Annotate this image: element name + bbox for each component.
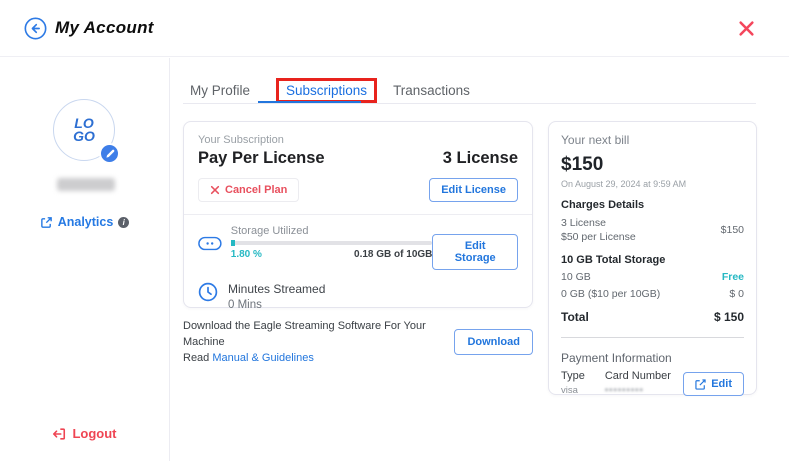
payment-card-col: Card Number ••••••••• (605, 370, 671, 396)
annotation-highlight-box: Subscriptions (276, 78, 377, 103)
info-icon[interactable]: i (118, 217, 129, 228)
storage-row2-label: 0 GB ($10 per 10GB) (561, 288, 660, 300)
main-content: My Profile Subscriptions Transactions Yo… (170, 58, 789, 461)
payment-type-col: Type visa (561, 370, 585, 396)
pencil-icon (105, 149, 115, 159)
minutes-row: Minutes Streamed 0 Mins (198, 282, 518, 311)
tab-subscriptions[interactable]: Subscriptions (286, 83, 367, 98)
card-number-label: Card Number (605, 370, 671, 382)
storage-progress-fill (231, 240, 235, 246)
license-count: 3 License (443, 149, 518, 168)
bill-amount: $150 (561, 154, 744, 176)
download-button-label: Download (467, 336, 520, 348)
storage-charge-row-2: 0 GB ($10 per 10GB) $ 0 (561, 288, 744, 300)
modal-header: My Account (0, 0, 789, 57)
download-text: Download the Eagle Streaming Software Fo… (183, 318, 454, 366)
edit-storage-button[interactable]: Edit Storage (432, 234, 518, 270)
minutes-block: Minutes Streamed 0 Mins (228, 282, 325, 311)
cancel-x-icon (210, 185, 220, 195)
payment-title: Payment Information (561, 351, 744, 365)
logout-icon (52, 427, 66, 441)
total-row: Total $ 150 (561, 310, 744, 324)
payment-type-value: visa (561, 385, 585, 396)
minutes-value: 0 Mins (228, 299, 325, 311)
close-icon[interactable] (738, 20, 755, 37)
logout-button[interactable]: Logout (0, 426, 169, 441)
card-number-value: ••••••••• (605, 385, 671, 396)
edit-license-button[interactable]: Edit License (429, 178, 518, 202)
storage-charge-row-1: 10 GB Free (561, 271, 744, 283)
my-account-modal: My Account LO GO Analytics (0, 0, 789, 461)
bill-section-label: Your next bill (561, 133, 744, 147)
license-charge-labels: 3 License $50 per License (561, 216, 636, 244)
analytics-link[interactable]: Analytics i (0, 215, 169, 229)
tab-bar: My Profile Subscriptions Transactions (190, 78, 496, 103)
next-bill-card: Your next bill $150 On August 29, 2024 a… (548, 121, 757, 395)
edit-license-label: Edit License (441, 184, 506, 196)
logout-label: Logout (72, 426, 116, 441)
storage-row1-value: Free (722, 271, 744, 283)
license-charge-amount: $150 (721, 224, 744, 236)
storage-label: Storage Utilized (231, 225, 433, 237)
plan-row: Pay Per License 3 License (198, 149, 518, 168)
license-charge-row: 3 License $50 per License $150 (561, 216, 744, 244)
read-prefix: Read (183, 352, 212, 364)
storage-usage: 0.18 GB of 10GB (354, 249, 432, 260)
edit-storage-label: Edit Storage (444, 240, 506, 264)
logo-text-line2: GO (73, 130, 95, 143)
download-button[interactable]: Download (454, 329, 533, 355)
download-section: Download the Eagle Streaming Software Fo… (183, 318, 533, 366)
bill-divider (561, 337, 744, 338)
plan-actions-row: Cancel Plan Edit License (198, 178, 518, 202)
storage-progress-bar (231, 241, 433, 245)
bill-date: On August 29, 2024 at 9:59 AM (561, 179, 744, 189)
avatar: LO GO (53, 99, 117, 163)
edit-avatar-button[interactable] (99, 143, 120, 164)
license-charge-line2: $50 per License (561, 230, 636, 244)
storage-charge-title: 10 GB Total Storage (561, 254, 744, 266)
analytics-label: Analytics (58, 215, 114, 229)
storage-caption-row: 1.80 % 0.18 GB of 10GB (231, 249, 433, 260)
account-sidebar: LO GO Analytics i Logout (0, 58, 170, 461)
payment-info-row: Type visa Card Number ••••••••• Edit (561, 370, 744, 396)
cancel-plan-label: Cancel Plan (225, 184, 287, 196)
manual-guidelines-link[interactable]: Manual & Guidelines (212, 352, 314, 364)
card-divider (184, 214, 532, 215)
total-value: $ 150 (714, 310, 744, 324)
tab-my-profile[interactable]: My Profile (190, 83, 250, 98)
storage-drive-icon (198, 236, 222, 251)
total-label: Total (561, 310, 589, 324)
subscription-section-label: Your Subscription (198, 134, 518, 146)
tabs-divider (183, 103, 756, 104)
storage-percent: 1.80 % (231, 249, 262, 260)
back-button[interactable] (24, 17, 47, 40)
edit-square-icon (695, 379, 706, 390)
storage-row: Storage Utilized 1.80 % 0.18 GB of 10GB … (198, 225, 518, 270)
clock-icon (198, 282, 218, 302)
plan-name: Pay Per License (198, 149, 325, 168)
storage-row1-label: 10 GB (561, 271, 591, 283)
subscription-card: Your Subscription Pay Per License 3 Lice… (183, 121, 533, 308)
back-arrow-icon (24, 17, 47, 40)
storage-usage-block: Storage Utilized 1.80 % 0.18 GB of 10GB (231, 225, 433, 260)
account-name-redacted (57, 178, 115, 191)
cancel-plan-button[interactable]: Cancel Plan (198, 178, 299, 202)
tab-transactions[interactable]: Transactions (393, 83, 470, 98)
page-title: My Account (55, 18, 154, 38)
edit-payment-label: Edit (711, 378, 732, 390)
storage-row2-value: $ 0 (729, 288, 744, 300)
download-line1: Download the Eagle Streaming Software Fo… (183, 318, 454, 350)
license-charge-line1: 3 License (561, 216, 636, 230)
download-line2: Read Manual & Guidelines (183, 350, 454, 366)
charges-title: Charges Details (561, 199, 744, 211)
minutes-label: Minutes Streamed (228, 282, 325, 296)
external-link-icon (40, 216, 53, 229)
payment-type-label: Type (561, 370, 585, 382)
edit-payment-button[interactable]: Edit (683, 372, 744, 396)
